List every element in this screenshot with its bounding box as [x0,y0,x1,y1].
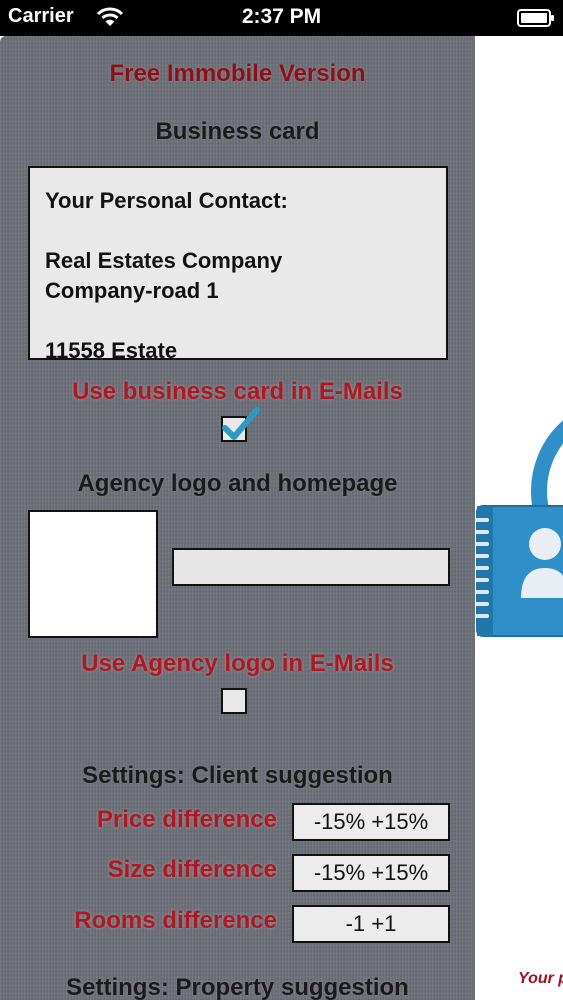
size-difference-label: Size difference [107,856,277,883]
background-caption: Your p [518,970,563,987]
card-line: Your Personal Contact: [45,188,288,213]
use-agency-logo-checkbox[interactable] [221,688,247,714]
property-suggestion-heading: Settings: Property suggestion [66,974,409,1000]
version-title: Free Immobile Version [109,60,366,87]
price-difference-field[interactable]: -15% +15% [292,803,450,841]
price-difference-label: Price difference [96,806,277,833]
background-content: Your p [475,36,563,1000]
status-bar: Carrier 2:37 PM [0,0,563,36]
rooms-difference-label: Rooms difference [74,907,277,934]
status-time: 2:37 PM [241,5,322,28]
rooms-difference-field[interactable]: -1 +1 [292,905,450,943]
card-line [45,216,446,246]
use-agency-logo-label: Use Agency logo in E-Mails [81,650,394,677]
card-line: 11558 Estate [45,338,178,363]
card-line: Company-road 1 [45,278,219,303]
contacts-book-icon [475,420,563,637]
agency-heading: Agency logo and homepage [77,470,398,497]
homepage-field[interactable] [172,548,450,586]
size-difference-field[interactable]: -15% +15% [292,854,450,892]
battery-icon [517,9,555,32]
business-card-textarea[interactable]: Your Personal Contact: Real Estates Comp… [28,166,448,363]
checkmark-icon [221,406,261,449]
settings-panel[interactable]: Free Immobile Version Business card Your… [0,36,475,1000]
use-business-card-checkbox[interactable] [221,407,260,442]
card-line: Real Estates Company [45,248,283,273]
agency-logo-image[interactable] [28,510,158,638]
business-card-heading: Business card [155,118,320,145]
use-business-card-label: Use business card in E-Mails [72,378,403,405]
card-line [45,306,446,336]
client-suggestion-heading: Settings: Client suggestion [82,762,393,789]
